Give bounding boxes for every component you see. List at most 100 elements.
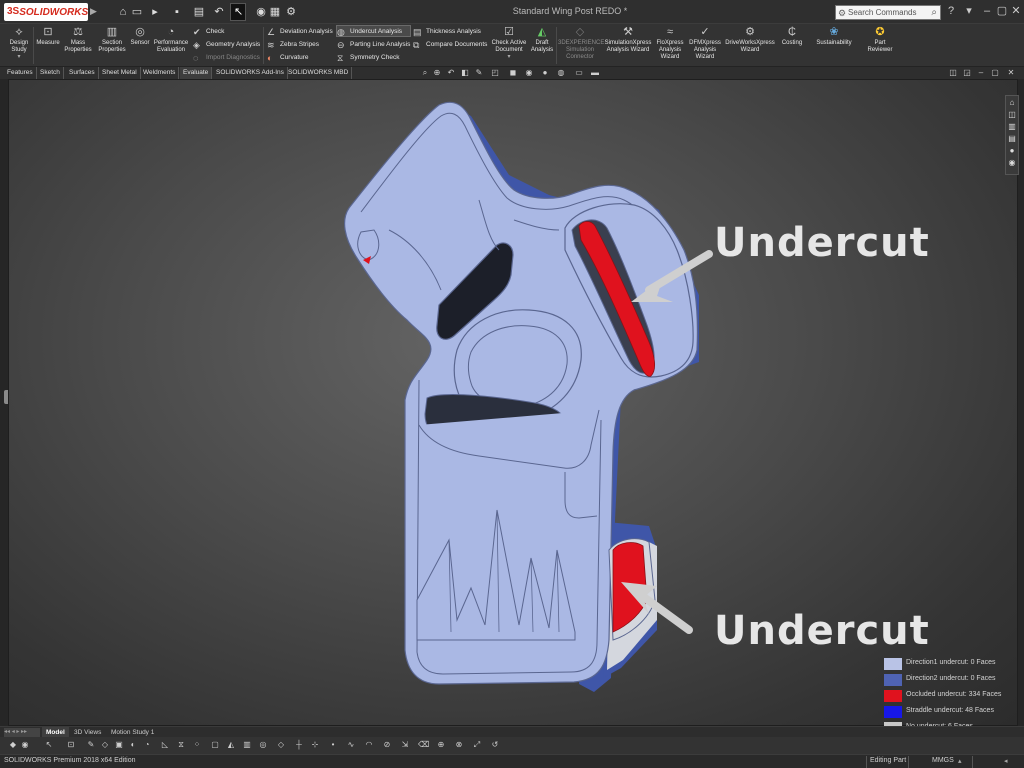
surface-icon[interactable]: ◠ <box>364 740 374 750</box>
tab-surfaces[interactable]: Surfaces <box>66 67 99 79</box>
design-study-button[interactable]: ⟡ Design Study ▾ <box>6 26 32 61</box>
tab-sketch[interactable]: Sketch <box>37 67 64 79</box>
import-diagnostics-button[interactable]: ◌ Import Diagnostics <box>193 52 260 64</box>
delete-face-icon[interactable]: ⌫ <box>418 740 429 750</box>
tab-sheet-metal[interactable]: Sheet Metal <box>99 67 141 79</box>
hide-show-items-icon[interactable]: ◉ <box>524 68 534 78</box>
combine-icon[interactable]: ⊕ <box>436 740 446 750</box>
appearances-icon[interactable]: ◉ <box>1007 158 1017 168</box>
solidworks-logo[interactable]: 3S SOLIDWORKS <box>4 3 88 21</box>
zebra-stripes-button[interactable]: ≋ Zebra Stripes <box>267 39 319 51</box>
extrude-icon[interactable]: ▣ <box>114 740 124 750</box>
select-icon[interactable]: ↖ <box>44 740 54 750</box>
minimize-ribbon-icon[interactable]: ▾ <box>962 4 976 18</box>
zoom-to-area-icon[interactable]: ⊕ <box>432 68 442 78</box>
smart-dimension-icon[interactable]: ◇ <box>100 740 110 750</box>
tab-solidworks-addins[interactable]: SOLIDWORKS Add-Ins <box>213 67 288 79</box>
file-explorer-icon[interactable]: ▤ <box>1007 134 1017 144</box>
shell-icon[interactable]: ▢ <box>210 740 220 750</box>
sketch-icon[interactable]: ✎ <box>86 740 96 750</box>
resources-tab-icon[interactable]: ◫ <box>1007 110 1017 120</box>
check-active-document-button[interactable]: ☑ Check Active Document ▾ <box>489 26 529 61</box>
move-face-icon[interactable]: ⇲ <box>400 740 410 750</box>
deviation-analysis-button[interactable]: ∠ Deviation Analysis <box>267 26 333 38</box>
display-style-icon[interactable]: ◼ <box>508 68 518 78</box>
rebuild-icon[interactable]: ◆ <box>8 740 18 750</box>
revolve-icon[interactable]: ◐ <box>128 740 138 750</box>
menu-expand-icon[interactable]: ▶ <box>90 6 98 18</box>
mass-properties-button[interactable]: ⚖ Mass Properties <box>63 26 93 54</box>
undo-icon[interactable]: ↶ <box>212 5 226 19</box>
split-line-icon[interactable]: ⊘ <box>382 740 392 750</box>
search-commands[interactable]: ⚙ Search Commands ⌕ <box>835 5 941 20</box>
close-button[interactable]: ✕ <box>1009 4 1023 18</box>
parting-line-analysis-button[interactable]: ⊖ Parting Line Analysis <box>337 39 410 51</box>
thickness-analysis-button[interactable]: ▤ Thickness Analysis <box>413 26 481 38</box>
customize-status-icon[interactable]: ◂ <box>1004 757 1008 765</box>
options-gear-icon[interactable]: ⚙ <box>284 5 298 19</box>
measure-small-icon[interactable]: ⊡ <box>66 740 76 750</box>
tab-solidworks-mbd[interactable]: SOLIDWORKS MBD <box>285 67 353 79</box>
viewport-close-icon[interactable]: ✕ <box>1006 68 1016 78</box>
wrap-icon[interactable]: ↺ <box>490 740 500 750</box>
performance-evaluation-button[interactable]: ◔ Performance Evaluation <box>152 26 190 54</box>
draft-analysis-button[interactable]: ◭ Draft Analysis <box>530 26 554 54</box>
home-tab-icon[interactable]: ⌂ <box>1007 98 1017 108</box>
rib-icon[interactable]: ▥ <box>242 740 252 750</box>
chamfer-icon[interactable]: ◺ <box>160 740 170 750</box>
tab-evaluate[interactable]: Evaluate <box>180 67 213 79</box>
simulationxpress-button[interactable]: ⚒ SimulationXpress Analysis Wizard <box>603 26 653 54</box>
axis-icon[interactable]: ┼ <box>294 740 304 750</box>
file-properties-icon[interactable]: ▦ <box>268 5 282 19</box>
compare-documents-button[interactable]: ⧉ Compare Documents <box>413 39 487 51</box>
measure-button[interactable]: ⊡ Measure <box>35 26 61 47</box>
undercut-analysis-button[interactable]: ◍ Undercut Analysis <box>336 25 411 37</box>
viewport-restore-icon[interactable]: ◫ <box>948 68 958 78</box>
sustainability-button[interactable]: ❀ Sustainability <box>812 26 856 47</box>
previous-view-icon[interactable]: ↶ <box>446 68 456 78</box>
point-icon[interactable]: • <box>328 740 338 750</box>
help-icon[interactable]: ? <box>944 4 958 18</box>
save-icon[interactable]: ▪ <box>170 5 184 19</box>
fillet-icon[interactable]: ◔ <box>142 740 152 750</box>
display-manager-icon[interactable]: ▬ <box>590 68 600 78</box>
unit-dropdown-icon[interactable]: ▴ <box>958 757 962 765</box>
edit-appearance-icon[interactable]: ● <box>540 68 550 78</box>
mirror-icon[interactable]: ⧖ <box>176 740 186 750</box>
curvature-button[interactable]: ◐ Curvature <box>267 52 309 64</box>
tab-scroll-arrows[interactable]: ◂◂ ◂ ▸ ▸▸ <box>4 728 40 737</box>
viewport-maximize-icon[interactable]: ▢ <box>990 68 1000 78</box>
plane-icon[interactable]: ◇ <box>276 740 286 750</box>
tab-weldments[interactable]: Weldments <box>140 67 180 79</box>
view-palette-icon[interactable]: ● <box>1007 146 1017 156</box>
restore-button[interactable]: ▢ <box>995 4 1009 18</box>
tab-features[interactable]: Features <box>4 67 37 79</box>
costing-button[interactable]: ₵ Costing <box>779 26 805 47</box>
coordinate-system-icon[interactable]: ⊹ <box>310 740 320 750</box>
view-orientation-icon[interactable]: ◰ <box>490 68 500 78</box>
hole-wizard-icon[interactable]: ◎ <box>258 740 268 750</box>
apply-scene-icon[interactable]: ◍ <box>556 68 566 78</box>
zoom-to-fit-icon[interactable]: ⌕ <box>420 68 430 78</box>
home-icon[interactable]: ⌂ <box>116 5 130 19</box>
check-button[interactable]: ✔ Check <box>193 26 224 38</box>
graphics-area[interactable]: Undercut Undercut <box>8 79 1018 726</box>
print-icon[interactable]: ▤ <box>192 5 206 19</box>
new-document-icon[interactable]: ▭ <box>130 5 144 19</box>
driveworksxpress-button[interactable]: ⚙ DriveWorksXpress Wizard <box>722 26 778 54</box>
pattern-icon[interactable]: ⁘ <box>192 740 202 750</box>
select-tool[interactable]: ↖ <box>230 3 246 21</box>
symmetry-check-button[interactable]: ⧖ Symmetry Check <box>337 52 399 64</box>
curve-icon[interactable]: ∿ <box>346 740 356 750</box>
floxpress-button[interactable]: ≈ FloXpress Analysis Wizard <box>654 26 686 61</box>
viewport-tile-icon[interactable]: ◲ <box>962 68 972 78</box>
dfmxpress-button[interactable]: ✓ DFMXpress Analysis Wizard <box>688 26 722 61</box>
appearance-icon[interactable]: ◉ <box>20 740 30 750</box>
3dexperience-simulation-connector-button[interactable]: ◇ 3DEXPERIENCE Simulation Connector <box>558 26 604 61</box>
minimize-button[interactable]: – <box>980 4 994 18</box>
draft-icon[interactable]: ◭ <box>226 740 236 750</box>
view-settings-icon[interactable]: ▭ <box>574 68 584 78</box>
open-icon[interactable]: ▸ <box>148 5 162 19</box>
unit-system[interactable]: MMGS <box>932 757 954 764</box>
intersect-icon[interactable]: ⊗ <box>454 740 464 750</box>
